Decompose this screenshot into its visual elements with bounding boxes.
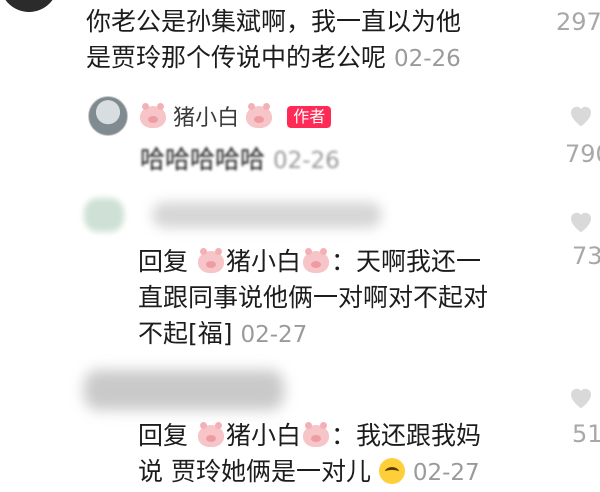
mention[interactable]: 猪小白 bbox=[226, 421, 301, 450]
reply-line-text: ：天啊我还一 bbox=[330, 247, 481, 276]
author-name[interactable]: 猪小白 bbox=[173, 106, 239, 131]
pig-emoji-icon bbox=[140, 103, 166, 128]
reply-prefix: 回复 bbox=[138, 421, 189, 450]
mention[interactable]: 猪小白 bbox=[226, 247, 301, 276]
reply-line: 回复 猪小白 ：我还跟我妈 bbox=[138, 418, 558, 454]
pig-emoji-icon bbox=[302, 248, 329, 273]
reply-date: 02-26 bbox=[272, 148, 340, 174]
reply-text: 回复 猪小白 ：我还跟我妈 说 贾玲她俩是一对儿 02-27 bbox=[138, 418, 558, 491]
author-badge: 作者 bbox=[287, 106, 332, 128]
like-count: 297 bbox=[556, 8, 600, 36]
comment-date: 02-26 bbox=[393, 46, 461, 72]
comment-line: 你老公是孙集斌啊，我一直以为他 bbox=[86, 7, 462, 36]
reply-date: 02-27 bbox=[240, 322, 308, 348]
reply-line-text: ：我还跟我妈 bbox=[330, 421, 481, 450]
heart-icon[interactable] bbox=[566, 206, 596, 236]
laughing-emoji-icon bbox=[378, 458, 405, 484]
pig-emoji-icon bbox=[246, 103, 273, 128]
like-count: 790 bbox=[565, 140, 600, 168]
reply-line: 说 贾玲她俩是一对儿 02-27 bbox=[138, 454, 558, 491]
avatar[interactable] bbox=[88, 96, 128, 136]
reply-line: 不起[福] 02-27 bbox=[138, 316, 548, 353]
reply-line: 直跟同事说他俩一对啊对不起对 bbox=[138, 283, 489, 312]
reply-text: 回复 猪小白 ：天啊我还一 直跟同事说他俩一对啊对不起对 不起[福] 02-27 bbox=[138, 244, 548, 353]
reply-text-content: 哈哈哈哈哈 bbox=[140, 145, 266, 174]
pig-emoji-icon bbox=[197, 422, 224, 447]
like-count: 73 bbox=[572, 242, 600, 270]
comment-line: 是贾玲那个传说中的老公呢 02-26 bbox=[86, 40, 516, 77]
reply-line-text: 不起[福] bbox=[138, 319, 233, 348]
comment-line-text: 是贾玲那个传说中的老公呢 bbox=[86, 43, 387, 72]
pig-emoji-icon bbox=[197, 248, 224, 273]
like-count: 51 bbox=[572, 420, 600, 448]
author-header: 猪小白 作者 bbox=[138, 100, 332, 132]
heart-icon[interactable] bbox=[566, 100, 596, 130]
pig-emoji-icon bbox=[302, 422, 329, 447]
username[interactable] bbox=[152, 202, 382, 228]
reply-text: 哈哈哈哈哈 02-26 bbox=[140, 142, 340, 179]
heart-icon[interactable] bbox=[566, 382, 596, 412]
avatar[interactable] bbox=[84, 198, 124, 232]
reply-date: 02-27 bbox=[412, 460, 480, 486]
reply-prefix: 回复 bbox=[138, 247, 189, 276]
reply-line-text: 说 贾玲她俩是一对儿 bbox=[138, 457, 371, 486]
avatar[interactable] bbox=[0, 0, 58, 12]
reply-line: 回复 猪小白 ：天啊我还一 bbox=[138, 244, 548, 280]
username[interactable] bbox=[84, 370, 284, 410]
comment-text: 你老公是孙集斌啊，我一直以为他 是贾玲那个传说中的老公呢 02-26 bbox=[86, 4, 516, 77]
